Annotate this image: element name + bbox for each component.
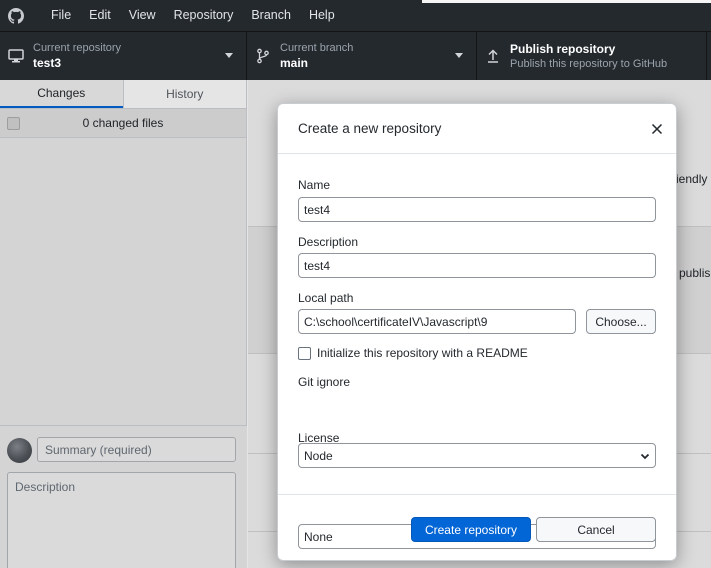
repository-caret-down-icon <box>225 53 233 58</box>
title-bar: File Edit View Repository Branch Help <box>0 0 711 31</box>
github-logo-icon <box>8 7 24 24</box>
menu-view[interactable]: View <box>120 0 165 31</box>
publish-repository-label: Publish repository <box>510 41 616 56</box>
git-ignore-label: Git ignore <box>298 375 351 389</box>
menu-help[interactable]: Help <box>300 0 344 31</box>
cancel-button[interactable]: Cancel <box>536 517 656 542</box>
description-input[interactable] <box>298 253 656 278</box>
current-repository-value: test3 <box>33 56 62 70</box>
upload-icon <box>488 49 498 63</box>
close-icon[interactable] <box>648 120 666 138</box>
toolbar: Current repository test3 Current branch … <box>0 31 711 80</box>
current-branch-button[interactable]: Current branch main <box>247 32 477 80</box>
publish-repository-subtitle: Publish this repository to GitHub <box>510 57 668 70</box>
menu-edit[interactable]: Edit <box>80 0 120 31</box>
local-path-input[interactable] <box>298 309 576 334</box>
current-repository-label: Current repository <box>33 42 122 54</box>
readme-checkbox[interactable] <box>298 346 311 360</box>
create-repository-dialog: Create a new repository Name Description… <box>277 103 677 561</box>
dialog-footer: Create repository Cancel <box>278 494 676 561</box>
publish-repository-button[interactable]: Publish repository Publish this reposito… <box>477 32 707 80</box>
readme-label: Initialize this repository with a README <box>317 346 528 360</box>
chevron-down-icon <box>640 453 650 460</box>
menu-repository[interactable]: Repository <box>165 0 243 31</box>
current-branch-label: Current branch <box>280 42 354 54</box>
license-label: License <box>298 431 340 445</box>
create-repository-button[interactable]: Create repository <box>411 517 531 542</box>
local-path-label: Local path <box>298 291 354 305</box>
current-branch-value: main <box>280 56 309 70</box>
dialog-title: Create a new repository <box>298 121 442 136</box>
readme-option: Initialize this repository with a README <box>298 346 528 360</box>
name-input[interactable] <box>298 197 656 222</box>
desktop-icon <box>8 49 24 63</box>
git-ignore-value: Node <box>304 448 333 463</box>
git-branch-icon <box>257 48 269 64</box>
window-edge-strip <box>422 0 711 3</box>
current-repository-button[interactable]: Current repository test3 <box>0 32 247 80</box>
git-ignore-select[interactable]: Node <box>298 443 656 468</box>
name-label: Name <box>298 178 331 192</box>
branch-caret-down-icon <box>455 53 463 58</box>
dialog-header: Create a new repository <box>278 104 676 154</box>
choose-button[interactable]: Choose... <box>586 309 656 334</box>
menu-branch[interactable]: Branch <box>242 0 300 31</box>
description-label: Description <box>298 235 359 249</box>
menu-file[interactable]: File <box>42 0 80 31</box>
